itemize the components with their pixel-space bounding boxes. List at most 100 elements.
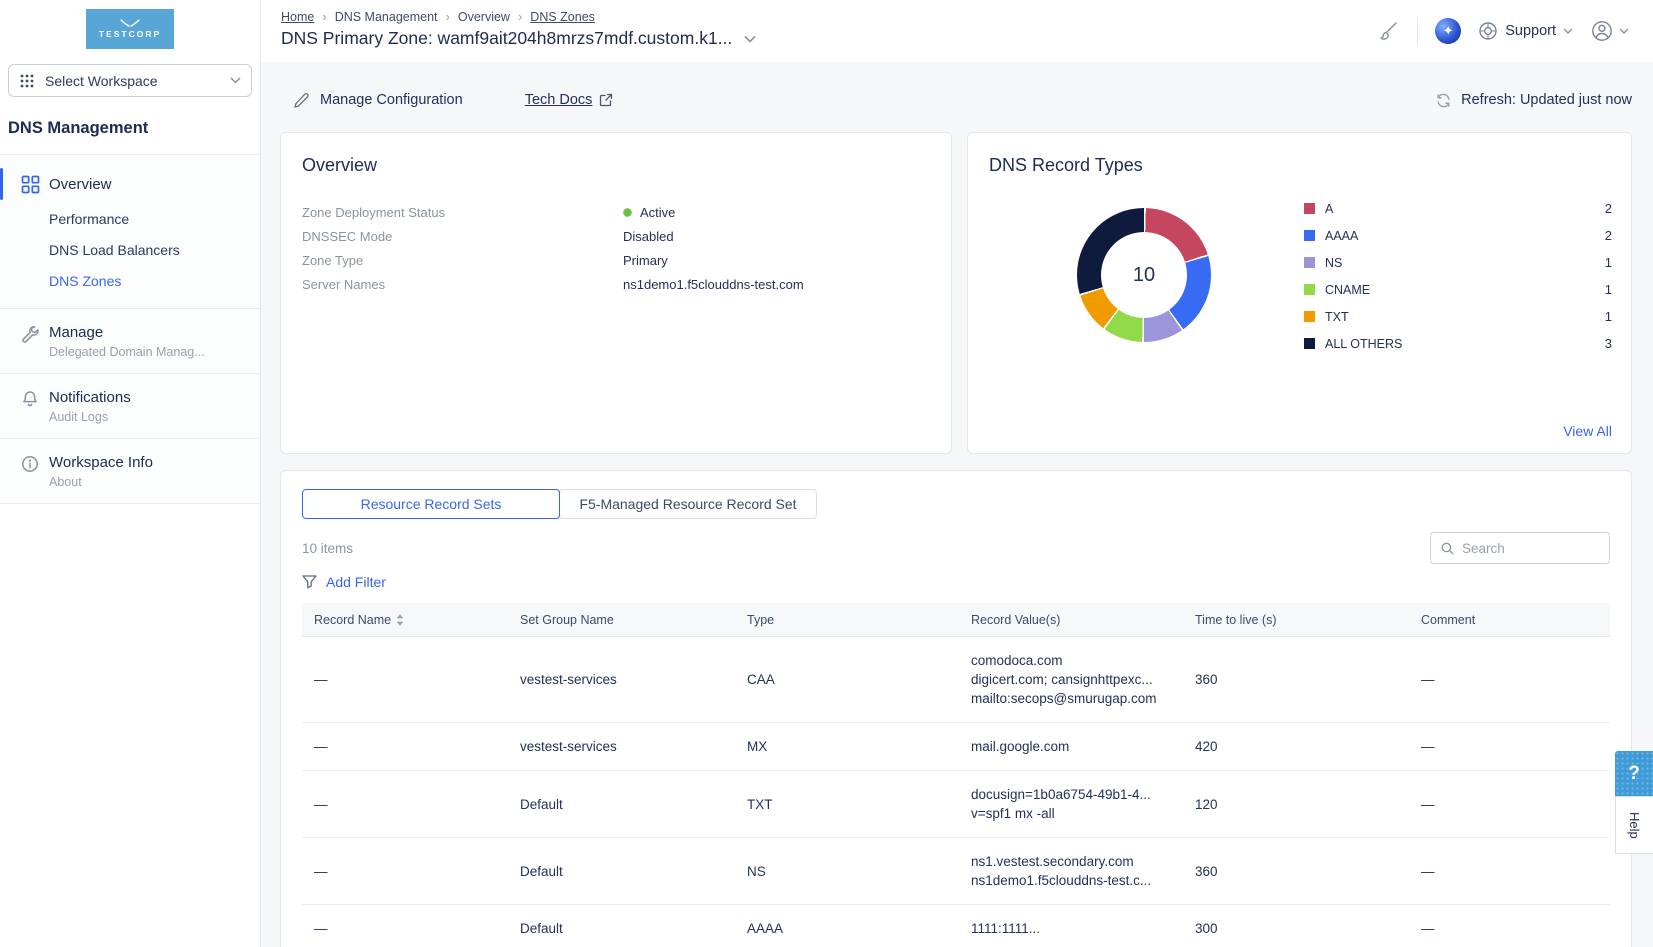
field-label: DNSSEC Mode [302, 229, 623, 244]
record-value-line: digicert.com; cansignhttpexc... [971, 670, 1195, 689]
sidebar-item-overview[interactable]: Overview [0, 165, 260, 203]
legend-count: 3 [1605, 336, 1612, 351]
help-tab[interactable]: Help [1615, 796, 1653, 854]
field-value-text: ns1demo1.f5clouddns-test.com [623, 277, 804, 292]
cell-ttl: 360 [1195, 862, 1421, 881]
overview-field-row: Zone TypePrimary [302, 248, 930, 272]
table-header-row: Record NameSet Group NameTypeRecord Valu… [302, 603, 1610, 637]
cell-set-group: Default [520, 795, 747, 814]
cell-ttl: 360 [1195, 670, 1421, 689]
content: Manage Configuration Tech Docs Refresh: … [261, 62, 1653, 947]
column-header[interactable]: Time to live (s) [1195, 613, 1421, 627]
ai-assistant-icon[interactable]: ✦ [1435, 18, 1461, 44]
divider [1417, 18, 1418, 44]
cell-record-values: mail.google.com [971, 737, 1195, 756]
workspace-selector-label: Select Workspace [45, 73, 158, 89]
view-all-link[interactable]: View All [1563, 423, 1612, 439]
sidebar-subitem-dns-zones[interactable]: DNS Zones [0, 265, 260, 296]
column-header[interactable]: Comment [1421, 613, 1598, 627]
overview-grid-icon [21, 175, 40, 194]
cell-set-group: vestest-services [520, 670, 747, 689]
legend-item: CNAME1 [1304, 276, 1612, 303]
testcorp-logo[interactable]: TESTCORP [86, 9, 174, 49]
legend-count: 2 [1605, 228, 1612, 243]
sidebar-item-workspace-info[interactable]: Workspace Info About [0, 454, 260, 489]
column-header[interactable]: Set Group Name [520, 613, 747, 627]
account-menu[interactable] [1590, 19, 1629, 43]
sidebar-item-notifications-label: Notifications [49, 389, 131, 406]
cell-ttl: 420 [1195, 737, 1421, 756]
breadcrumb-item[interactable]: Home [281, 10, 314, 24]
legend-swatch [1304, 257, 1315, 268]
sidebar-group-notifications: Notifications Audit Logs [0, 373, 260, 438]
table-row[interactable]: —DefaultTXTdocusign=1b0a6754-49b1-4...v=… [302, 771, 1610, 838]
sidebar-item-overview-label: Overview [49, 176, 112, 193]
theme-brush-icon[interactable] [1376, 19, 1400, 43]
zone-toolbar: Manage Configuration Tech Docs Refresh: … [280, 86, 1632, 114]
search-input[interactable] [1462, 541, 1599, 556]
sidebar-item-manage-label: Manage [49, 324, 205, 341]
table-body: —vestest-servicesCAAcomodoca.comdigicert… [302, 637, 1610, 947]
legend-count: 2 [1605, 201, 1612, 216]
legend-swatch [1304, 311, 1315, 322]
legend-label: CNAME [1325, 283, 1370, 297]
legend-item: TXT1 [1304, 303, 1612, 330]
title-chevron-down-icon[interactable] [744, 35, 756, 43]
sidebar-item-manage[interactable]: Manage Delegated Domain Manag... [0, 324, 260, 359]
legend-label: AAAA [1325, 229, 1358, 243]
table-row[interactable]: —vestest-servicesCAAcomodoca.comdigicert… [302, 637, 1610, 723]
sidebar-subitem-performance[interactable]: Performance [0, 203, 260, 234]
support-menu[interactable]: Support [1478, 21, 1573, 41]
app-screen: TESTCORP Select Workspace DNS Management… [0, 0, 1653, 947]
record-value-line: ns1demo1.f5clouddns-test.c... [971, 871, 1195, 890]
manage-configuration-button[interactable]: Manage Configuration [293, 92, 463, 109]
sidebar-item-notifications[interactable]: Notifications Audit Logs [0, 389, 260, 424]
cell-record-values: 1111:1111... [971, 919, 1195, 938]
tab-f5-managed-resource-record-set[interactable]: F5-Managed Resource Record Set [559, 489, 817, 519]
main-area: Home›DNS Management›Overview›DNS Zones D… [261, 0, 1653, 947]
field-value: ns1demo1.f5clouddns-test.com [623, 277, 804, 292]
sidebar-group-overview: Overview PerformanceDNS Load BalancersDN… [0, 154, 260, 308]
breadcrumb-item[interactable]: Overview [458, 10, 510, 24]
refresh-label: Refresh: Updated just now [1461, 92, 1632, 108]
record-value-line: v=spf1 mx -all [971, 804, 1195, 823]
cell-comment: — [1421, 919, 1598, 938]
help-question-icon[interactable]: ? [1615, 751, 1653, 796]
table-row[interactable]: —DefaultAAAA1111:1111...300— [302, 905, 1610, 947]
add-filter-label: Add Filter [326, 574, 386, 590]
help-widget[interactable]: ? Help [1615, 751, 1653, 854]
refresh-button[interactable]: Refresh: Updated just now [1435, 92, 1632, 109]
filter-funnel-icon [302, 575, 317, 589]
dns-record-types-card: DNS Record Types 10 A2AAAA2NS1CNAME1TXT1… [967, 132, 1632, 454]
column-header[interactable]: Type [747, 613, 971, 627]
breadcrumb-item[interactable]: DNS Management [335, 10, 438, 24]
cell-type: CAA [747, 670, 971, 689]
record-value-line: mail.google.com [971, 737, 1195, 756]
sidebar-title: DNS Management [0, 97, 260, 154]
column-header[interactable]: Record Value(s) [971, 613, 1195, 627]
workspace-selector[interactable]: Select Workspace [8, 64, 252, 97]
breadcrumb-item[interactable]: DNS Zones [530, 10, 595, 24]
tab-resource-record-sets[interactable]: Resource Record Sets [302, 489, 560, 519]
manage-configuration-label: Manage Configuration [320, 92, 463, 108]
sidebar-subitem-dns-load-balancers[interactable]: DNS Load Balancers [0, 234, 260, 265]
active-indicator [0, 168, 3, 200]
refresh-icon [1435, 92, 1452, 109]
column-header[interactable]: Record Name [314, 613, 520, 627]
overview-card: Overview Zone Deployment StatusActiveDNS… [280, 132, 952, 454]
sort-arrows-icon[interactable] [396, 614, 404, 626]
table-row[interactable]: —vestest-servicesMXmail.google.com420— [302, 723, 1610, 771]
donut-center-total: 10 [1101, 232, 1187, 318]
record-value-line: mailto:secops@smurugap.com [971, 689, 1195, 708]
cell-type: NS [747, 862, 971, 881]
tech-docs-link[interactable]: Tech Docs [525, 92, 614, 108]
search-box[interactable] [1430, 532, 1610, 564]
sidebar-item-manage-sub: Delegated Domain Manag... [49, 345, 205, 359]
add-filter-button[interactable]: Add Filter [302, 574, 386, 590]
overview-card-title: Overview [302, 155, 930, 176]
table-row[interactable]: —DefaultNSns1.vestest.secondary.comns1de… [302, 838, 1610, 905]
status-dot-icon [623, 208, 632, 217]
page-title: DNS Primary Zone: wamf9ait204h8mrzs7mdf.… [281, 28, 732, 49]
chevron-down-icon [1619, 28, 1629, 34]
chart-legend: A2AAAA2NS1CNAME1TXT1ALL OTHERS3 [1304, 195, 1612, 357]
